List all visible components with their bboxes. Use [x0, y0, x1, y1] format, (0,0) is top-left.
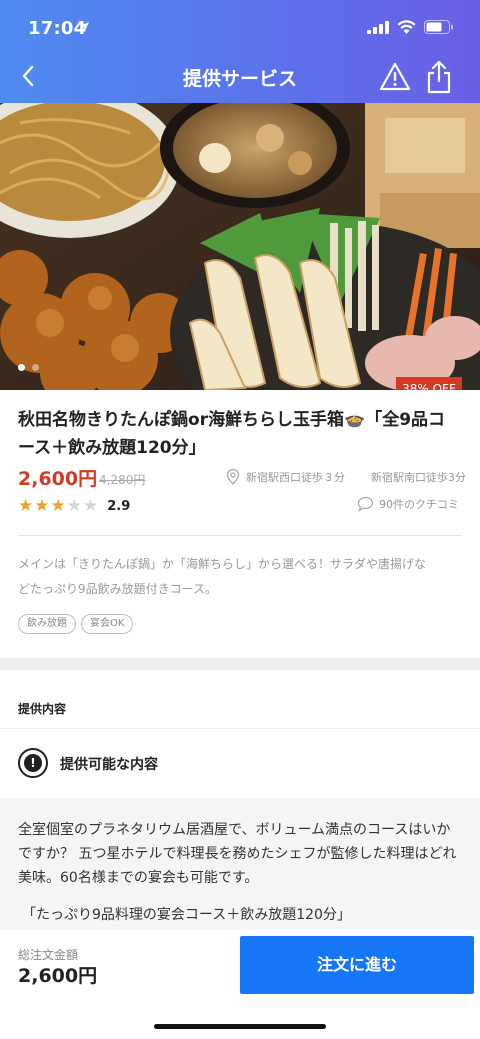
offer-contents: 提供内容 ! 提供可能な内容 全室個室のプラネタリウム居酒屋で、ボリューム満点の… [0, 670, 480, 958]
available-title: 提供可能な内容 [60, 757, 158, 773]
battery-icon [424, 20, 453, 34]
order-button[interactable]: 注文に進む [240, 936, 474, 994]
section-label: 提供内容 [18, 702, 67, 716]
divider [0, 728, 480, 729]
divider [18, 535, 462, 536]
map-pin-icon [226, 469, 240, 485]
listing-info: 秋田名物きりたんぽ鍋or海鮮ちらし玉手箱🍲「全9品コ ース＋飲み放題120分」 … [0, 390, 480, 658]
listing-title: 秋田名物きりたんぽ鍋or海鮮ちらし玉手箱🍲「全9品コ ース＋飲み放題120分」 [18, 406, 468, 462]
price: 2,600円 [18, 468, 98, 490]
speech-bubble-icon [357, 496, 374, 512]
star-filled-icon: ★ [34, 496, 50, 516]
status-icons [367, 20, 454, 34]
reviews-link[interactable]: 90件のクチコミ [357, 496, 459, 512]
star-filled-icon: ★ [18, 496, 34, 516]
order-footer: 総注文金額 2,600円 注文に進む [0, 930, 480, 1039]
detail-line2: ですか？ 五つ星ホテルで料理長を務めたシェフが監修した料理はどれ [18, 846, 457, 862]
home-indicator[interactable] [154, 1024, 326, 1029]
warning-triangle-icon [379, 62, 411, 91]
hero-image[interactable] [0, 103, 480, 390]
food-photo [0, 103, 480, 390]
section-gap [0, 658, 480, 670]
detail-line1: 全室個室のプラネタリウム居酒屋で、ボリューム満点のコースはいか [18, 822, 451, 838]
report-button[interactable] [378, 60, 412, 94]
access-station-2: 新宿駅南口徒歩3分 [371, 471, 466, 484]
rating: ★ ★ ★ ★ ★ 2.9 [18, 498, 130, 515]
star-empty-icon: ★ [83, 496, 99, 516]
total-price: 2,600円 [18, 965, 98, 987]
status-time: 17:04 [28, 18, 87, 39]
tag-list: 飲み放題 宴会OK [18, 614, 134, 634]
detail-line3: 美味。60名様までの宴会も可能です。 [18, 870, 259, 886]
access-station-1: 新宿駅西口徒歩３分 [246, 471, 345, 484]
header: 17:04 提供サービス [0, 0, 480, 103]
wifi-icon [397, 20, 416, 34]
access-info[interactable]: 新宿駅西口徒歩３分 新宿駅南口徒歩3分 [226, 469, 466, 485]
rating-value: 2.9 [107, 499, 131, 514]
tag-party-ok[interactable]: 宴会OK [81, 614, 134, 634]
star-empty-icon: ★ [66, 496, 82, 516]
original-price: 4,280円 [99, 473, 146, 487]
share-button[interactable] [424, 59, 454, 95]
description: メインは「きりたんぽ鍋」か「海鮮ちらし」から選べる！サラダや唐揚げな どたっぷり… [18, 552, 464, 602]
exclamation-circle-icon: ! [18, 748, 48, 778]
share-icon [427, 60, 451, 94]
detail-text: 全室個室のプラネタリウム居酒屋で、ボリューム満点のコースはいか ですか？ 五つ星… [18, 818, 480, 890]
status-bar: 17:04 [0, 0, 480, 56]
description-line1: メインは「きりたんぽ鍋」か「海鮮ちらし」から選べる！サラダや唐揚げな [18, 557, 427, 571]
reviews-count: 90件のクチコミ [379, 498, 459, 511]
signal-icon [367, 20, 389, 34]
tag-all-you-can-drink[interactable]: 飲み放題 [18, 614, 76, 634]
listing-title-line1: 秋田名物きりたんぽ鍋or海鮮ちらし玉手箱🍲「全9品コ [18, 410, 446, 430]
carousel-dot-active[interactable] [18, 364, 25, 371]
location-arrow-icon [80, 22, 89, 31]
star-filled-icon: ★ [50, 496, 66, 516]
nav-bar: 提供サービス [0, 52, 480, 102]
detail-quote: 「たっぷり9品料理の宴会コース＋飲み放題120分」 [22, 907, 351, 923]
carousel-dot[interactable] [32, 364, 39, 371]
description-line2: どたっぷり9品飲み放題付きコース。 [18, 582, 218, 596]
listing-title-line2: ース＋飲み放題120分」 [18, 438, 206, 458]
